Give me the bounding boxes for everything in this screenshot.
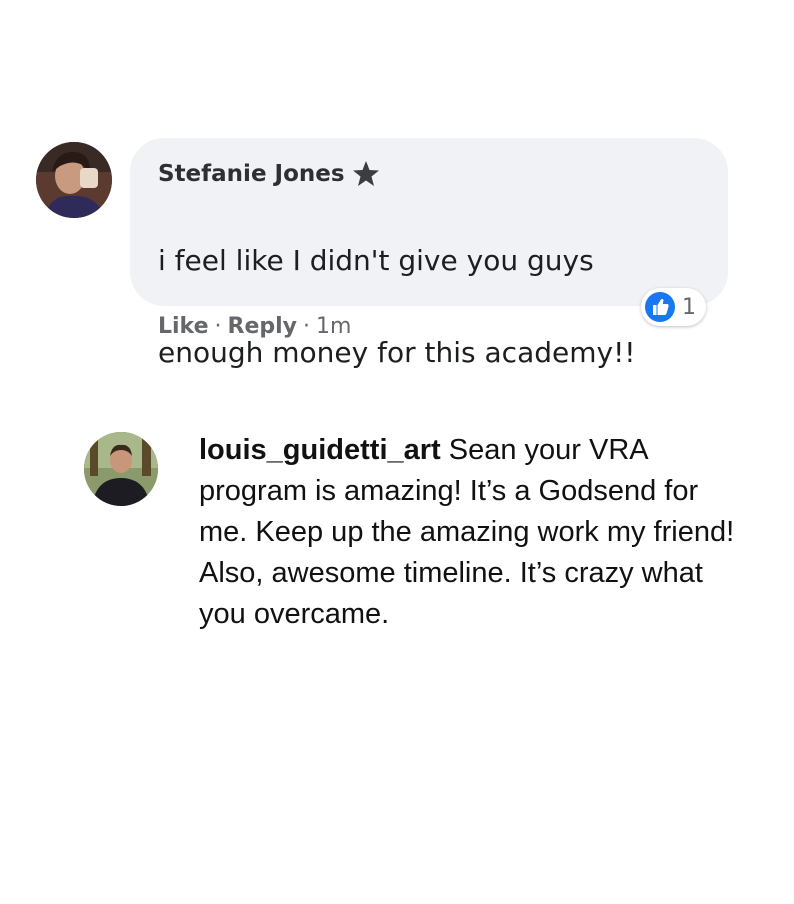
top-fan-star-icon [352,161,379,186]
like-icon [645,292,675,322]
comment-text-line: i feel like I didn't give you guys [158,244,594,277]
reply-link[interactable]: Reply [228,314,298,339]
comment-actions: Like · Reply · 1m [158,314,351,339]
comment-body: louis_guidetti_art Sean your VRA program… [199,430,739,635]
author-name[interactable]: Stefanie Jones [158,158,345,190]
comment-author[interactable]: Stefanie Jones [158,158,702,190]
avatar-photo-icon [36,142,112,218]
reaction-summary[interactable]: 1 [641,288,706,326]
separator: · [214,314,222,339]
separator: · [303,314,311,339]
comment-bubble: Stefanie Jones i feel like I didn't give… [130,138,728,369]
avatar[interactable] [84,432,158,506]
comment-timestamp[interactable]: 1m [316,314,351,339]
comment-text: i feel like I didn't give you guys enoug… [158,192,702,422]
like-link[interactable]: Like [158,314,209,339]
avatar-photo-icon [84,432,158,506]
reaction-count: 1 [682,294,696,320]
avatar[interactable] [36,142,112,218]
comment-username[interactable]: louis_guidetti_art [199,434,441,466]
